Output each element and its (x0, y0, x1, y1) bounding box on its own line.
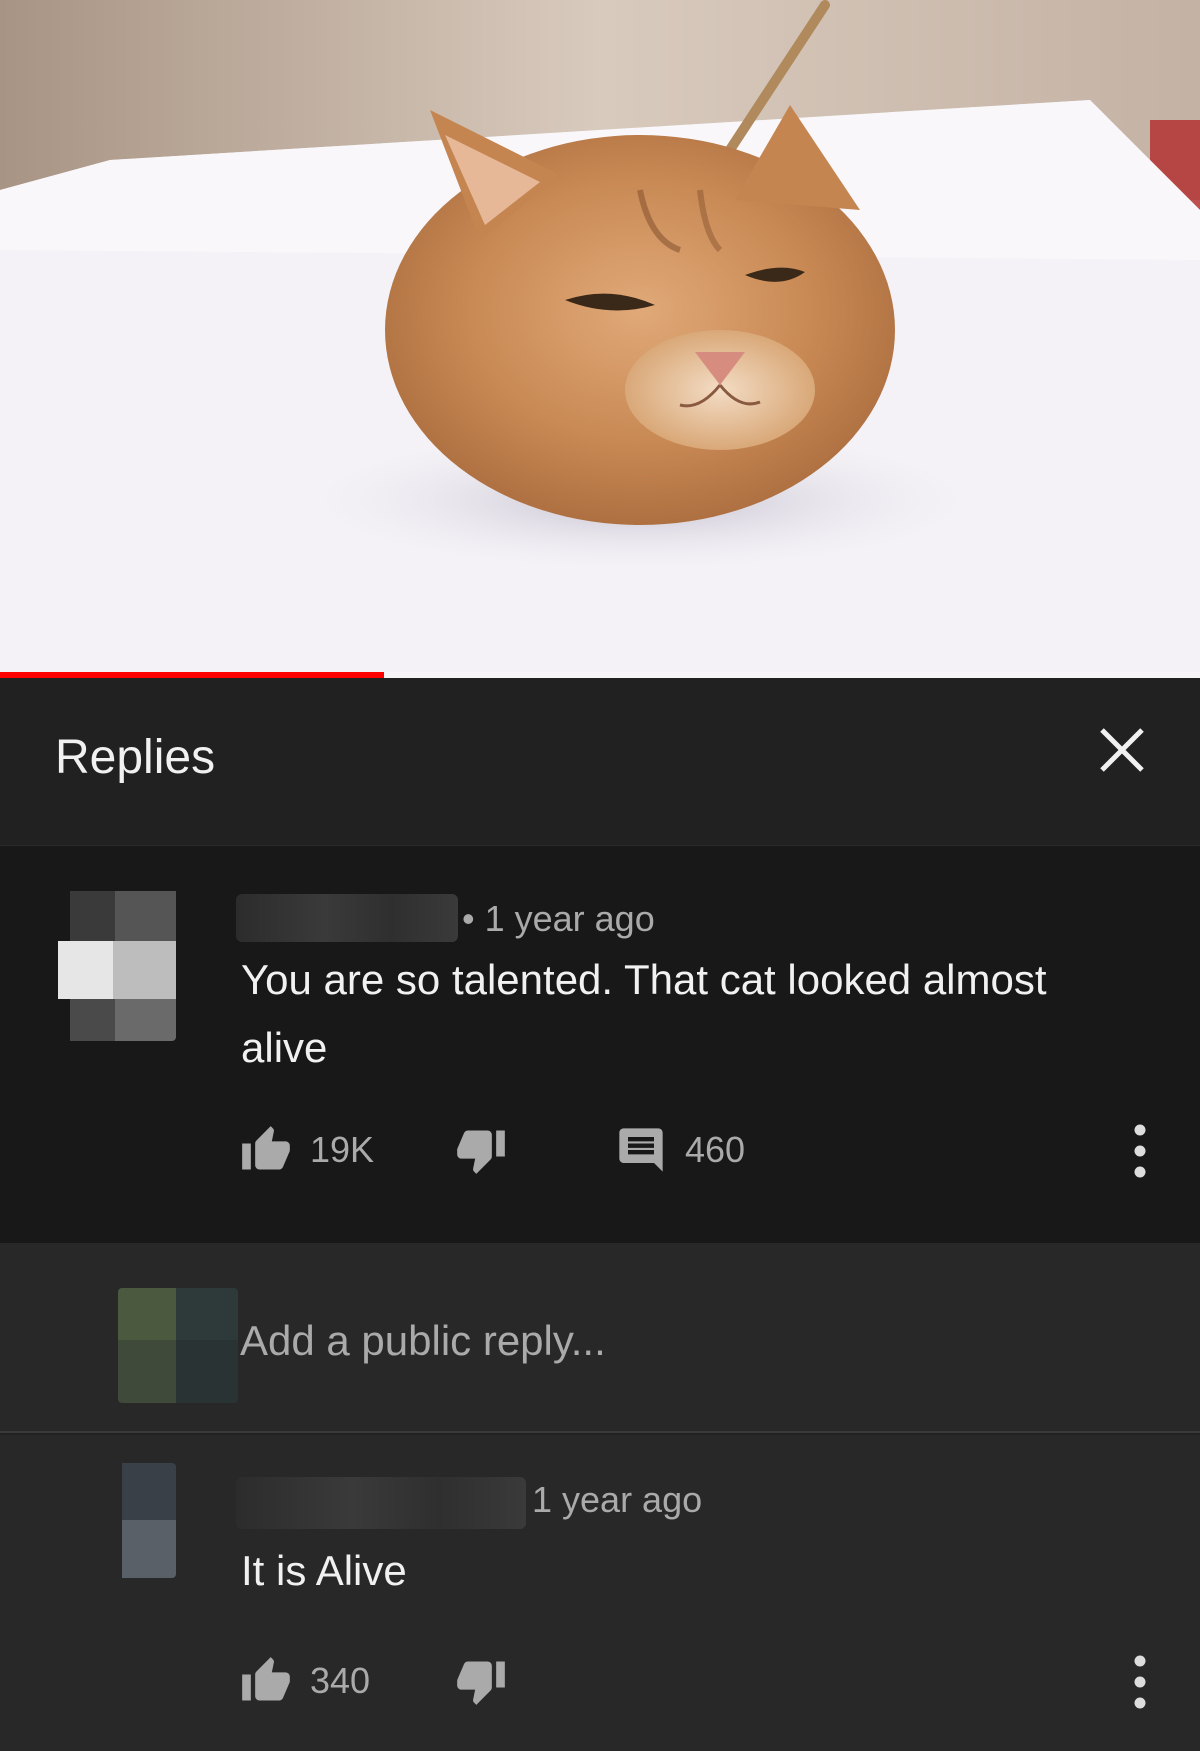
comment-timestamp: 1 year ago (532, 1479, 703, 1520)
dislike-button[interactable] (455, 1124, 507, 1176)
comment-timestamp: • 1 year ago (462, 898, 655, 939)
more-options-button[interactable] (1125, 1116, 1155, 1186)
like-count: 340 (310, 1660, 371, 1701)
close-button[interactable] (1090, 718, 1154, 782)
avatar-redacted-image (118, 1288, 238, 1403)
avatar[interactable] (118, 1463, 176, 1578)
username-redacted[interactable] (236, 1477, 526, 1529)
dislike-button[interactable] (455, 1655, 507, 1707)
close-icon (1100, 728, 1144, 772)
more-options-button[interactable] (1125, 1647, 1155, 1717)
thumbs-up-icon (242, 1126, 290, 1170)
reply-count: 460 (685, 1129, 746, 1170)
reply-count-button[interactable]: 460 (615, 1124, 745, 1176)
replies-header: Replies (0, 678, 1200, 846)
reply-comment: 1 year ago It is Alive 340 (0, 1435, 1200, 1751)
add-reply-bar (0, 1243, 1200, 1433)
like-button[interactable]: 340 (240, 1655, 370, 1707)
top-comment: • 1 year ago You are so talented. That c… (0, 846, 1200, 1243)
video-frame (0, 0, 1200, 678)
like-count: 19K (310, 1129, 375, 1170)
thumbs-down-icon (457, 1661, 505, 1705)
comment-text-line-1: You are so talented. That cat looked alm… (241, 956, 1047, 1003)
current-user-avatar (118, 1288, 238, 1403)
video-player[interactable] (0, 0, 1200, 678)
reply-input[interactable] (240, 1313, 1140, 1369)
comment-text-line-2: alive (241, 1024, 328, 1071)
thumbs-down-icon (457, 1130, 505, 1174)
comment-text: It is Alive (241, 1547, 407, 1594)
more-vert-icon (1134, 1124, 1146, 1178)
avatar-redacted-image (118, 1463, 176, 1578)
avatar-redacted-image (58, 876, 176, 1041)
panel-title: Replies (55, 731, 216, 784)
more-vert-icon (1134, 1655, 1146, 1709)
comment-icon (619, 1128, 663, 1172)
thumbs-up-icon (242, 1657, 290, 1701)
avatar[interactable] (58, 876, 176, 1041)
like-button[interactable]: 19K (240, 1124, 374, 1176)
username-redacted[interactable] (236, 894, 458, 942)
